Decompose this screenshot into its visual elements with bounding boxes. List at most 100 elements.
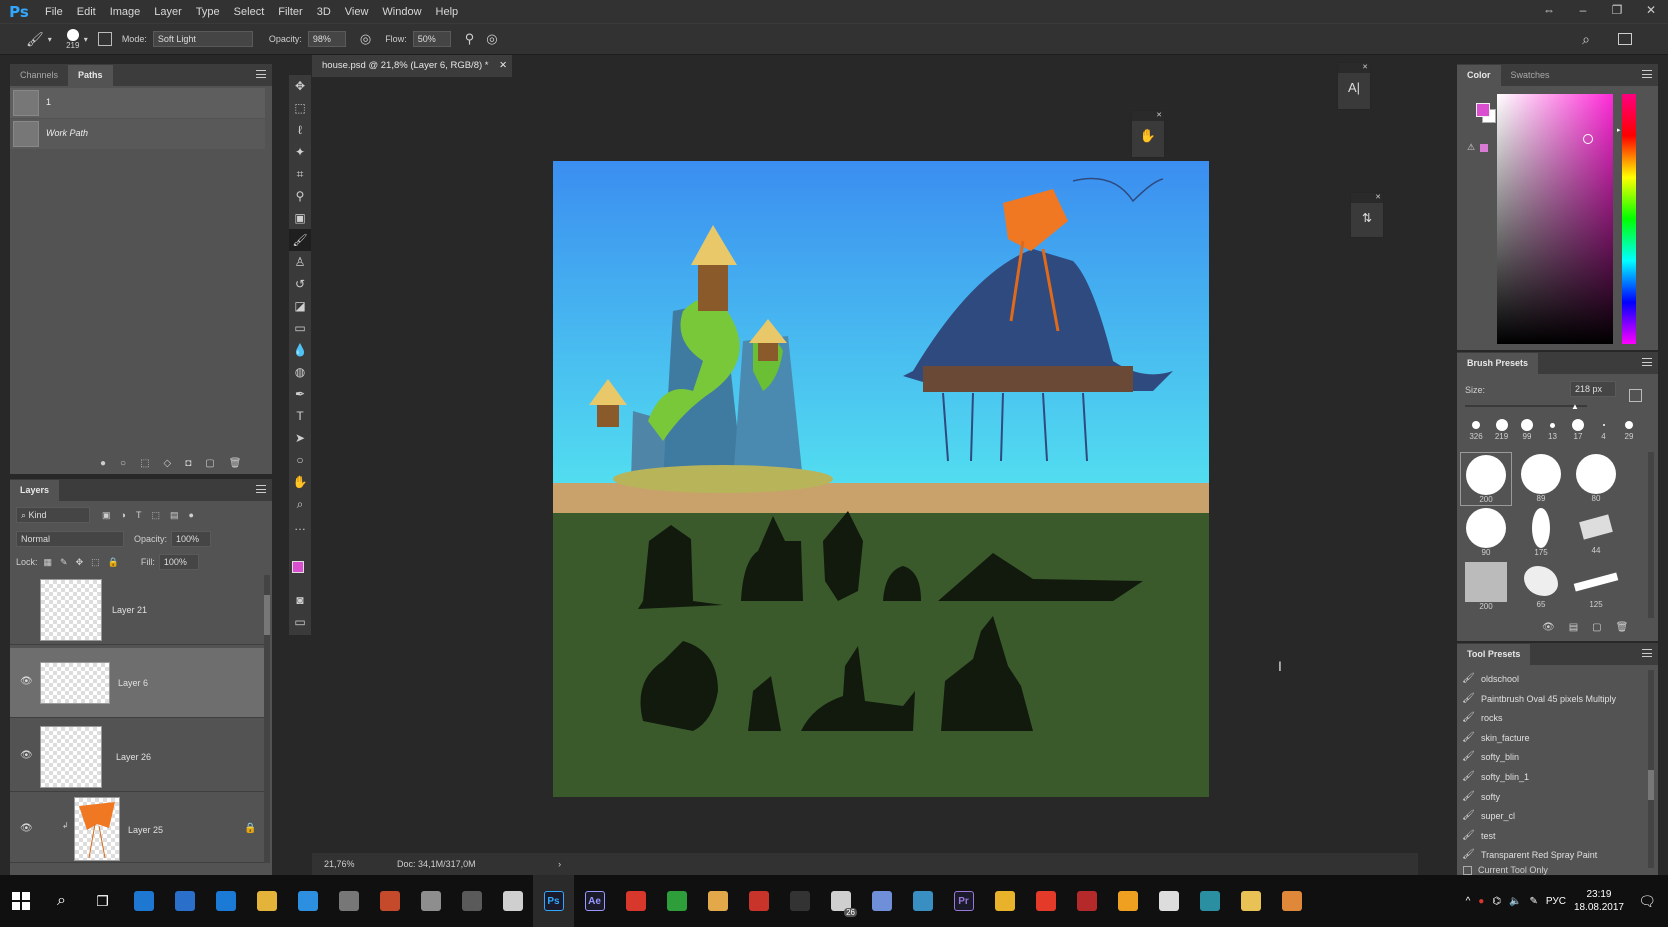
brush-preset[interactable]: 219 bbox=[1491, 418, 1513, 441]
magic-wand-tool-icon[interactable]: ✦ bbox=[289, 141, 311, 163]
color-foreground-swatch[interactable] bbox=[1476, 103, 1490, 117]
dropdown-arrow-icon[interactable]: ▾ bbox=[48, 35, 52, 44]
new-preset-icon[interactable]: ▢ bbox=[1592, 622, 1601, 633]
lock-artboard-icon[interactable]: ⬚ bbox=[91, 557, 100, 568]
hand-tool-icon[interactable]: ✋ bbox=[289, 471, 311, 493]
brush-preset[interactable]: 326 bbox=[1465, 418, 1487, 441]
history-brush-tool-icon[interactable]: ↺ bbox=[289, 273, 311, 295]
menu-item-file[interactable]: File bbox=[38, 6, 70, 18]
app12-icon[interactable] bbox=[861, 875, 902, 927]
current-tool-only-checkbox[interactable] bbox=[1463, 865, 1472, 875]
lock-position-icon[interactable]: ✥ bbox=[76, 557, 84, 568]
size-input[interactable]: 218 px bbox=[1570, 381, 1616, 397]
fill-input[interactable]: 100% bbox=[158, 554, 199, 570]
lock-image-icon[interactable]: ✎ bbox=[60, 557, 68, 568]
volume-icon[interactable]: 🔈 bbox=[1509, 896, 1521, 907]
tab-brush-presets[interactable]: Brush Presets bbox=[1457, 353, 1539, 374]
filter-type-icon[interactable]: T bbox=[136, 510, 142, 520]
new-path-icon[interactable]: ▢ bbox=[205, 458, 214, 469]
aftereffects-icon[interactable]: Ae bbox=[574, 875, 615, 927]
app20-icon[interactable] bbox=[1271, 875, 1312, 927]
app8-icon[interactable] bbox=[656, 875, 697, 927]
clock[interactable]: 23:19 18.08.2017 bbox=[1574, 888, 1624, 914]
layer-row[interactable]: 👁 Layer 26 bbox=[10, 722, 270, 792]
edge-icon[interactable] bbox=[123, 875, 164, 927]
color-picker-handle[interactable] bbox=[1583, 134, 1593, 144]
task-view-icon[interactable]: ❐ bbox=[82, 875, 123, 927]
frame-tool-icon[interactable]: ▣ bbox=[289, 207, 311, 229]
close-icon[interactable]: ✕ bbox=[1351, 193, 1383, 203]
notifications-icon[interactable]: 🗨 bbox=[1638, 893, 1656, 910]
layer-opacity-input[interactable]: 100% bbox=[171, 531, 212, 547]
pressure-size-icon[interactable]: ◎ bbox=[486, 31, 497, 47]
brush-preset[interactable]: 44 bbox=[1570, 506, 1622, 560]
store-icon[interactable] bbox=[164, 875, 205, 927]
brush-preset[interactable]: 125 bbox=[1570, 560, 1622, 614]
app17-icon[interactable] bbox=[1107, 875, 1148, 927]
filter-toggle-icon[interactable]: ● bbox=[188, 510, 193, 520]
filter-pixel-icon[interactable]: ▣ bbox=[102, 510, 111, 521]
opacity-input[interactable]: 98% bbox=[307, 31, 346, 47]
panel-menu-icon[interactable] bbox=[256, 485, 266, 493]
airbrush-icon[interactable]: ⚲ bbox=[465, 31, 475, 47]
tool-preset-item[interactable]: 🖌 super_cl bbox=[1459, 806, 1639, 826]
saturation-brightness-field[interactable] bbox=[1497, 94, 1613, 344]
app10-icon[interactable] bbox=[738, 875, 779, 927]
menu-item-window[interactable]: Window bbox=[375, 6, 428, 18]
clone-source-icon[interactable]: ⇅ bbox=[1351, 203, 1383, 233]
eyedropper-tool-icon[interactable]: ⚲ bbox=[289, 185, 311, 207]
blur-tool-icon[interactable]: 💧 bbox=[289, 339, 311, 361]
app19-icon[interactable] bbox=[1189, 875, 1230, 927]
tab-layers[interactable]: Layers bbox=[10, 480, 60, 501]
lock-transparent-icon[interactable]: ▦ bbox=[44, 557, 53, 568]
status-arrow-icon[interactable]: › bbox=[558, 859, 561, 869]
brush-preset[interactable]: 200 bbox=[1460, 560, 1512, 614]
panel-menu-icon[interactable] bbox=[256, 70, 266, 78]
filter-kind-select[interactable]: ⌕ Kind bbox=[16, 507, 90, 523]
layer-row[interactable]: 👁 ↲ Layer 25 🔒 bbox=[10, 795, 270, 863]
character-panel-button[interactable]: A| bbox=[1338, 73, 1370, 103]
app9-icon[interactable] bbox=[697, 875, 738, 927]
foreground-color-swatch[interactable] bbox=[292, 561, 304, 573]
lock-all-icon[interactable]: 🔒 bbox=[108, 557, 119, 568]
move-tool-icon[interactable]: ✥ bbox=[289, 75, 311, 97]
path-selection-tool-icon[interactable]: ➤ bbox=[289, 427, 311, 449]
app14-icon[interactable] bbox=[984, 875, 1025, 927]
menu-item-help[interactable]: Help bbox=[429, 6, 466, 18]
panel-menu-icon[interactable] bbox=[1642, 70, 1652, 78]
brush-size-picker[interactable]: 219 bbox=[64, 28, 82, 50]
tool-preset-item[interactable]: 🖌 Transparent Red Spray Paint bbox=[1459, 845, 1639, 865]
folder-icon[interactable] bbox=[1230, 875, 1271, 927]
quick-mask-icon[interactable]: ◙ bbox=[289, 589, 311, 611]
menu-item-view[interactable]: View bbox=[338, 6, 376, 18]
brush-tool-icon[interactable]: 🖌 bbox=[26, 31, 44, 48]
hue-slider[interactable] bbox=[1622, 94, 1636, 344]
teamviewer-icon[interactable] bbox=[205, 875, 246, 927]
brush-preset[interactable]: 80 bbox=[1570, 452, 1622, 506]
app6-icon[interactable] bbox=[492, 875, 533, 927]
filter-shape-icon[interactable]: ⬚ bbox=[151, 510, 160, 521]
layer-row[interactable]: Layer 21 bbox=[10, 575, 270, 645]
tab-color[interactable]: Color bbox=[1457, 65, 1501, 86]
brush-scrollbar[interactable] bbox=[1648, 452, 1654, 618]
app2-icon[interactable] bbox=[328, 875, 369, 927]
mode-select[interactable]: Soft Light bbox=[152, 31, 253, 47]
marquee-tool-icon[interactable]: ⬚ bbox=[289, 97, 311, 119]
photoshop-icon[interactable]: Ps bbox=[533, 875, 574, 927]
zoom-tool-icon[interactable]: ⌕ bbox=[289, 493, 311, 515]
tool-preset-item[interactable]: 🖌 softy_blin_1 bbox=[1459, 767, 1639, 787]
brush-settings-icon[interactable]: ▤ bbox=[1569, 622, 1578, 633]
delete-preset-icon[interactable]: 🗑 bbox=[1616, 622, 1629, 633]
visibility-toggle[interactable] bbox=[20, 603, 32, 615]
pressure-opacity-icon[interactable]: ◎ bbox=[360, 31, 371, 47]
size-slider-thumb[interactable]: ▲ bbox=[1571, 402, 1579, 411]
brush-preset[interactable]: 89 bbox=[1515, 452, 1567, 506]
blend-mode-select[interactable]: Normal bbox=[16, 531, 124, 547]
network-icon[interactable]: ⌬ bbox=[1492, 896, 1501, 907]
eye-icon[interactable]: 👁 bbox=[20, 823, 33, 835]
document-tab[interactable]: house.psd @ 21,8% (Layer 6, RGB/8) * ✕ bbox=[312, 55, 512, 77]
tab-channels[interactable]: Channels bbox=[10, 65, 68, 86]
tool-preset-item[interactable]: 🖌 skin_facture bbox=[1459, 728, 1639, 748]
menu-item-select[interactable]: Select bbox=[227, 6, 272, 18]
minimize-icon[interactable]: – bbox=[1566, 0, 1600, 23]
